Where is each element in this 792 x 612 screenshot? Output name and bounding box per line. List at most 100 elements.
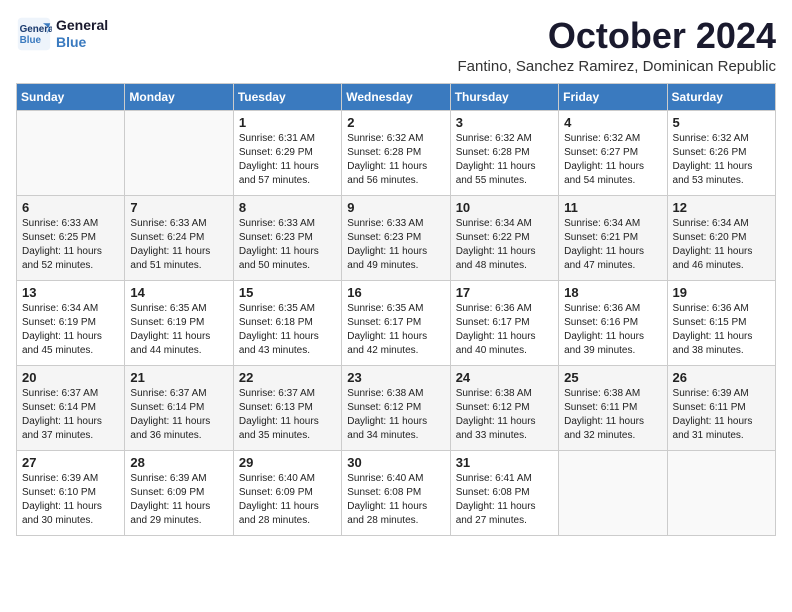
weekday-header-saturday: Saturday: [667, 83, 775, 110]
day-number: 28: [130, 455, 227, 470]
weekday-header-sunday: Sunday: [17, 83, 125, 110]
day-info: Sunrise: 6:40 AM Sunset: 6:09 PM Dayligh…: [239, 472, 336, 528]
day-number: 9: [347, 200, 444, 215]
month-title: October 2024: [458, 16, 776, 56]
day-number: 13: [22, 285, 119, 300]
calendar-cell: [17, 110, 125, 195]
day-number: 17: [456, 285, 553, 300]
day-info: Sunrise: 6:36 AM Sunset: 6:16 PM Dayligh…: [564, 302, 661, 358]
calendar-cell: 30 Sunrise: 6:40 AM Sunset: 6:08 PM Dayli…: [342, 450, 450, 535]
calendar-cell: 7 Sunrise: 6:33 AM Sunset: 6:24 PM Daylig…: [125, 195, 233, 280]
calendar-cell: 27 Sunrise: 6:39 AM Sunset: 6:10 PM Dayli…: [17, 450, 125, 535]
day-info: Sunrise: 6:32 AM Sunset: 6:26 PM Dayligh…: [673, 132, 770, 188]
calendar-cell: [125, 110, 233, 195]
day-info: Sunrise: 6:31 AM Sunset: 6:29 PM Dayligh…: [239, 132, 336, 188]
calendar-cell: 19 Sunrise: 6:36 AM Sunset: 6:15 PM Dayli…: [667, 280, 775, 365]
day-info: Sunrise: 6:39 AM Sunset: 6:10 PM Dayligh…: [22, 472, 119, 528]
day-number: 22: [239, 370, 336, 385]
calendar-cell: 2Sunrise: 6:32 AM Sunset: 6:28 PM Daylig…: [342, 110, 450, 195]
day-number: 31: [456, 455, 553, 470]
calendar-cell: 12 Sunrise: 6:34 AM Sunset: 6:20 PM Dayli…: [667, 195, 775, 280]
day-number: 24: [456, 370, 553, 385]
day-number: 27: [22, 455, 119, 470]
calendar-cell: 9 Sunrise: 6:33 AM Sunset: 6:23 PM Daylig…: [342, 195, 450, 280]
day-info: Sunrise: 6:35 AM Sunset: 6:17 PM Dayligh…: [347, 302, 444, 358]
weekday-header-tuesday: Tuesday: [233, 83, 341, 110]
calendar-cell: 28 Sunrise: 6:39 AM Sunset: 6:09 PM Dayli…: [125, 450, 233, 535]
calendar-cell: 6 Sunrise: 6:33 AM Sunset: 6:25 PM Daylig…: [17, 195, 125, 280]
calendar-cell: 13 Sunrise: 6:34 AM Sunset: 6:19 PM Dayli…: [17, 280, 125, 365]
calendar-week-row: 1 Sunrise: 6:31 AM Sunset: 6:29 PM Daylig…: [17, 110, 776, 195]
weekday-header-thursday: Thursday: [450, 83, 558, 110]
day-info: Sunrise: 6:38 AM Sunset: 6:12 PM Dayligh…: [347, 387, 444, 443]
day-number: 26: [673, 370, 770, 385]
day-info: Sunrise: 6:33 AM Sunset: 6:23 PM Dayligh…: [239, 217, 336, 273]
day-info: Sunrise: 6:33 AM Sunset: 6:24 PM Dayligh…: [130, 217, 227, 273]
day-info: Sunrise: 6:36 AM Sunset: 6:17 PM Dayligh…: [456, 302, 553, 358]
logo-text-blue: Blue: [56, 34, 108, 51]
day-info: Sunrise: 6:32 AM Sunset: 6:28 PM Dayligh…: [456, 132, 553, 188]
calendar-cell: 5 Sunrise: 6:32 AM Sunset: 6:26 PM Daylig…: [667, 110, 775, 195]
day-info: Sunrise: 6:39 AM Sunset: 6:11 PM Dayligh…: [673, 387, 770, 443]
day-number: 12: [673, 200, 770, 215]
day-number: 25: [564, 370, 661, 385]
day-number: 5: [673, 115, 770, 130]
day-number: 1: [239, 115, 336, 130]
day-info: Sunrise: 6:35 AM Sunset: 6:19 PM Dayligh…: [130, 302, 227, 358]
calendar-week-row: 6 Sunrise: 6:33 AM Sunset: 6:25 PM Daylig…: [17, 195, 776, 280]
calendar-week-row: 27 Sunrise: 6:39 AM Sunset: 6:10 PM Dayli…: [17, 450, 776, 535]
day-info: Sunrise: 6:39 AM Sunset: 6:09 PM Dayligh…: [130, 472, 227, 528]
day-info: Sunrise: 6:34 AM Sunset: 6:22 PM Dayligh…: [456, 217, 553, 273]
day-number: 4: [564, 115, 661, 130]
weekday-header-row: SundayMondayTuesdayWednesdayThursdayFrid…: [17, 83, 776, 110]
day-number: 7: [130, 200, 227, 215]
svg-text:Blue: Blue: [20, 35, 42, 46]
day-number: 19: [673, 285, 770, 300]
calendar-cell: 29Sunrise: 6:40 AM Sunset: 6:09 PM Dayli…: [233, 450, 341, 535]
calendar-cell: 21Sunrise: 6:37 AM Sunset: 6:14 PM Dayli…: [125, 365, 233, 450]
day-info: Sunrise: 6:33 AM Sunset: 6:23 PM Dayligh…: [347, 217, 444, 273]
calendar-cell: 24 Sunrise: 6:38 AM Sunset: 6:12 PM Dayli…: [450, 365, 558, 450]
calendar-cell: 11Sunrise: 6:34 AM Sunset: 6:21 PM Dayli…: [559, 195, 667, 280]
day-info: Sunrise: 6:34 AM Sunset: 6:19 PM Dayligh…: [22, 302, 119, 358]
day-info: Sunrise: 6:32 AM Sunset: 6:27 PM Dayligh…: [564, 132, 661, 188]
title-area: October 2024 Fantino, Sanchez Ramirez, D…: [458, 16, 776, 75]
calendar-cell: 10 Sunrise: 6:34 AM Sunset: 6:22 PM Dayli…: [450, 195, 558, 280]
day-number: 8: [239, 200, 336, 215]
calendar-cell: 18Sunrise: 6:36 AM Sunset: 6:16 PM Dayli…: [559, 280, 667, 365]
calendar-cell: 14Sunrise: 6:35 AM Sunset: 6:19 PM Dayli…: [125, 280, 233, 365]
day-number: 23: [347, 370, 444, 385]
day-number: 16: [347, 285, 444, 300]
calendar-cell: 23 Sunrise: 6:38 AM Sunset: 6:12 PM Dayli…: [342, 365, 450, 450]
calendar-cell: 22 Sunrise: 6:37 AM Sunset: 6:13 PM Dayli…: [233, 365, 341, 450]
calendar-cell: [667, 450, 775, 535]
location-title: Fantino, Sanchez Ramirez, Dominican Repu…: [458, 58, 776, 75]
weekday-header-friday: Friday: [559, 83, 667, 110]
calendar-cell: 31Sunrise: 6:41 AM Sunset: 6:08 PM Dayli…: [450, 450, 558, 535]
day-number: 11: [564, 200, 661, 215]
calendar-table: SundayMondayTuesdayWednesdayThursdayFrid…: [16, 83, 776, 536]
calendar-cell: 26 Sunrise: 6:39 AM Sunset: 6:11 PM Dayli…: [667, 365, 775, 450]
calendar-cell: 3Sunrise: 6:32 AM Sunset: 6:28 PM Daylig…: [450, 110, 558, 195]
calendar-cell: 16 Sunrise: 6:35 AM Sunset: 6:17 PM Dayli…: [342, 280, 450, 365]
header: General Blue General Blue October 2024 F…: [16, 16, 776, 75]
day-info: Sunrise: 6:37 AM Sunset: 6:13 PM Dayligh…: [239, 387, 336, 443]
day-number: 10: [456, 200, 553, 215]
calendar-cell: 25 Sunrise: 6:38 AM Sunset: 6:11 PM Dayli…: [559, 365, 667, 450]
calendar-week-row: 20Sunrise: 6:37 AM Sunset: 6:14 PM Dayli…: [17, 365, 776, 450]
day-info: Sunrise: 6:36 AM Sunset: 6:15 PM Dayligh…: [673, 302, 770, 358]
day-info: Sunrise: 6:38 AM Sunset: 6:12 PM Dayligh…: [456, 387, 553, 443]
day-info: Sunrise: 6:34 AM Sunset: 6:20 PM Dayligh…: [673, 217, 770, 273]
calendar-cell: 1 Sunrise: 6:31 AM Sunset: 6:29 PM Daylig…: [233, 110, 341, 195]
calendar-cell: 20Sunrise: 6:37 AM Sunset: 6:14 PM Dayli…: [17, 365, 125, 450]
day-number: 6: [22, 200, 119, 215]
weekday-header-wednesday: Wednesday: [342, 83, 450, 110]
day-info: Sunrise: 6:38 AM Sunset: 6:11 PM Dayligh…: [564, 387, 661, 443]
calendar-cell: 4 Sunrise: 6:32 AM Sunset: 6:27 PM Daylig…: [559, 110, 667, 195]
calendar-week-row: 13 Sunrise: 6:34 AM Sunset: 6:19 PM Dayli…: [17, 280, 776, 365]
day-info: Sunrise: 6:33 AM Sunset: 6:25 PM Dayligh…: [22, 217, 119, 273]
day-number: 2: [347, 115, 444, 130]
day-info: Sunrise: 6:40 AM Sunset: 6:08 PM Dayligh…: [347, 472, 444, 528]
day-number: 30: [347, 455, 444, 470]
day-number: 21: [130, 370, 227, 385]
